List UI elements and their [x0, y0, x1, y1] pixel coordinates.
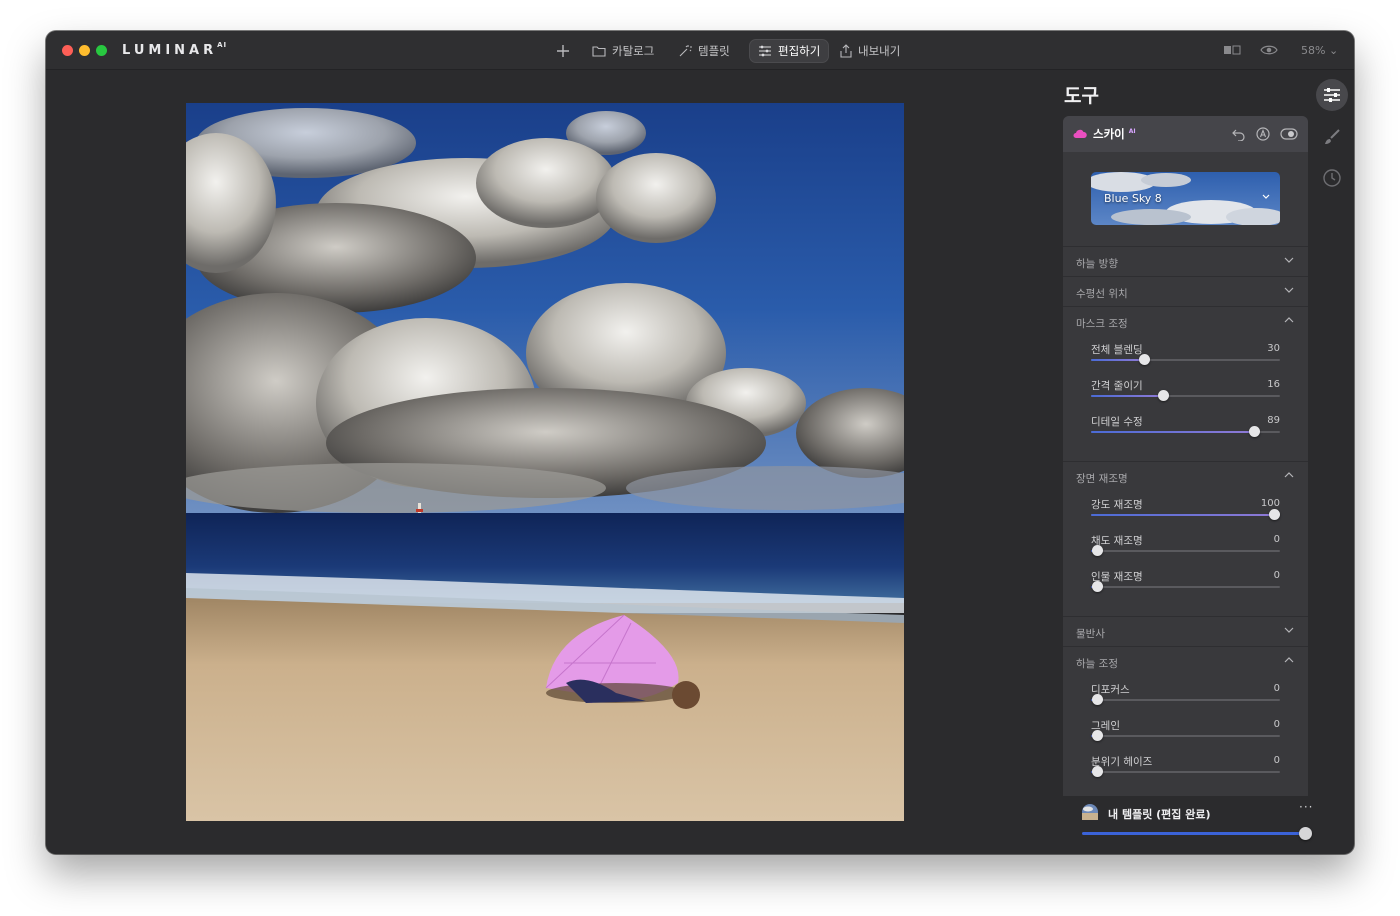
- slider-handle[interactable]: [1249, 426, 1260, 437]
- slider-grain[interactable]: 그레인 0: [1091, 718, 1280, 748]
- tab-templates-label: 템플릿: [698, 44, 730, 58]
- tab-export-label: 내보내기: [858, 44, 901, 58]
- template-amount-handle[interactable]: [1299, 827, 1312, 840]
- slider-fill: [1091, 395, 1163, 397]
- zoom-window-button[interactable]: [96, 45, 107, 56]
- tab-catalog[interactable]: 카탈로그: [584, 39, 662, 63]
- slider-track[interactable]: [1091, 735, 1280, 737]
- auto-icon[interactable]: [1256, 127, 1270, 141]
- slider-detail[interactable]: 디테일 수정 89: [1091, 414, 1280, 444]
- chevron-up-icon: [1284, 657, 1294, 663]
- slider-relight-strength[interactable]: 강도 재조명 100: [1091, 497, 1280, 527]
- tool-name: 스카이 AI: [1093, 127, 1136, 141]
- history-button[interactable]: [1316, 162, 1348, 194]
- slider-handle[interactable]: [1092, 730, 1103, 741]
- share-icon: [840, 44, 852, 58]
- magic-wand-icon: [679, 45, 692, 57]
- sliders-icon: [759, 45, 771, 57]
- panel-title: 도구: [1064, 85, 1099, 107]
- folder-icon: [592, 46, 606, 57]
- slider-fill: [1091, 514, 1274, 516]
- tab-edit[interactable]: 편집하기: [749, 39, 830, 63]
- slider-handle[interactable]: [1139, 354, 1150, 365]
- slider-gap[interactable]: 간격 줄이기 16: [1091, 378, 1280, 408]
- slider-defocus[interactable]: 디포커스 0: [1091, 682, 1280, 712]
- chevron-down-icon: [1284, 287, 1294, 293]
- slider-handle[interactable]: [1092, 545, 1103, 556]
- section-horizon[interactable]: 수평선 위치: [1063, 276, 1308, 306]
- tab-templates[interactable]: 템플릿: [670, 39, 738, 63]
- compare-icon[interactable]: [1222, 43, 1242, 57]
- minimize-window-button[interactable]: [79, 45, 90, 56]
- sky-selector[interactable]: Blue Sky 8: [1091, 172, 1280, 225]
- image-canvas[interactable]: [46, 71, 1051, 854]
- title-bar: LUMINARAI 카탈로그 템플릿 편집하기 내보내기 58% ⌄: [46, 31, 1354, 70]
- photo-preview[interactable]: [186, 103, 904, 821]
- template-bar: 내 템플릿 (편집 완료) ···: [1063, 796, 1323, 854]
- template-name: 내 템플릿 (편집 완료): [1108, 808, 1211, 821]
- cloud-icon: [1073, 129, 1087, 138]
- section-reflection[interactable]: 물반사: [1063, 616, 1308, 646]
- section-mask[interactable]: 마스크 조정: [1063, 306, 1308, 336]
- sliders-icon: [1324, 88, 1340, 102]
- clock-icon: [1323, 169, 1341, 187]
- zoom-dropdown[interactable]: 58% ⌄: [1301, 44, 1338, 57]
- slider-handle[interactable]: [1092, 694, 1103, 705]
- section-relight[interactable]: 장면 재조명: [1063, 461, 1308, 491]
- tab-edit-label: 편집하기: [778, 44, 821, 58]
- brush-icon: [1325, 129, 1340, 144]
- chevron-up-icon: [1284, 472, 1294, 478]
- section-sky-direction[interactable]: 하늘 방향: [1063, 246, 1308, 276]
- eye-icon[interactable]: [1259, 43, 1279, 57]
- slider-fill: [1091, 359, 1144, 361]
- slider-track[interactable]: [1091, 699, 1280, 701]
- slider-track[interactable]: [1091, 550, 1280, 552]
- slider-handle[interactable]: [1269, 509, 1280, 520]
- chevron-down-icon: ⌄: [1328, 44, 1339, 57]
- add-button[interactable]: [548, 39, 578, 63]
- slider-haze[interactable]: 분위기 헤이즈 0: [1091, 754, 1280, 784]
- chevron-up-icon: [1284, 317, 1294, 323]
- slider-handle[interactable]: [1092, 581, 1103, 592]
- chevron-down-icon: [1262, 194, 1270, 199]
- beach-photo: [186, 103, 904, 821]
- zoom-level: 58%: [1301, 44, 1326, 57]
- brush-button[interactable]: [1316, 121, 1348, 153]
- sky-preset-name: Blue Sky 8: [1104, 192, 1162, 205]
- slider-track[interactable]: [1091, 771, 1280, 773]
- slider-handle[interactable]: [1092, 766, 1103, 777]
- section-sky-adjust[interactable]: 하늘 조정: [1063, 646, 1308, 676]
- slider-blend[interactable]: 전체 블렌딩 30: [1091, 342, 1280, 372]
- sky-tool-panel: 스카이 AI Blue Sky 8 하늘 방향 수평선 위치 마스크 조정 전체…: [1063, 116, 1308, 816]
- visibility-toggle-icon[interactable]: [1280, 128, 1298, 140]
- slider-track[interactable]: [1091, 586, 1280, 588]
- chevron-down-icon: [1284, 627, 1294, 633]
- tab-catalog-label: 카탈로그: [612, 44, 655, 58]
- slider-relight-saturation[interactable]: 채도 재조명 0: [1091, 533, 1280, 563]
- chevron-down-icon: [1284, 257, 1294, 263]
- slider-fill: [1091, 431, 1254, 433]
- edit-tools-button[interactable]: [1316, 79, 1348, 111]
- tool-header[interactable]: 스카이 AI: [1063, 116, 1308, 152]
- tab-export[interactable]: 내보내기: [832, 39, 908, 63]
- undo-icon[interactable]: [1232, 127, 1246, 141]
- more-options-button[interactable]: ···: [1299, 800, 1313, 814]
- close-window-button[interactable]: [62, 45, 73, 56]
- plus-icon: [557, 45, 569, 57]
- app-window: LUMINARAI 카탈로그 템플릿 편집하기 내보내기 58% ⌄ 도구 스카…: [46, 31, 1354, 854]
- template-amount-track[interactable]: [1082, 832, 1306, 835]
- template-thumbnail[interactable]: [1082, 804, 1098, 820]
- slider-handle[interactable]: [1158, 390, 1169, 401]
- app-logo: LUMINARAI: [122, 41, 228, 58]
- slider-relight-person[interactable]: 인물 재조명 0: [1091, 569, 1280, 599]
